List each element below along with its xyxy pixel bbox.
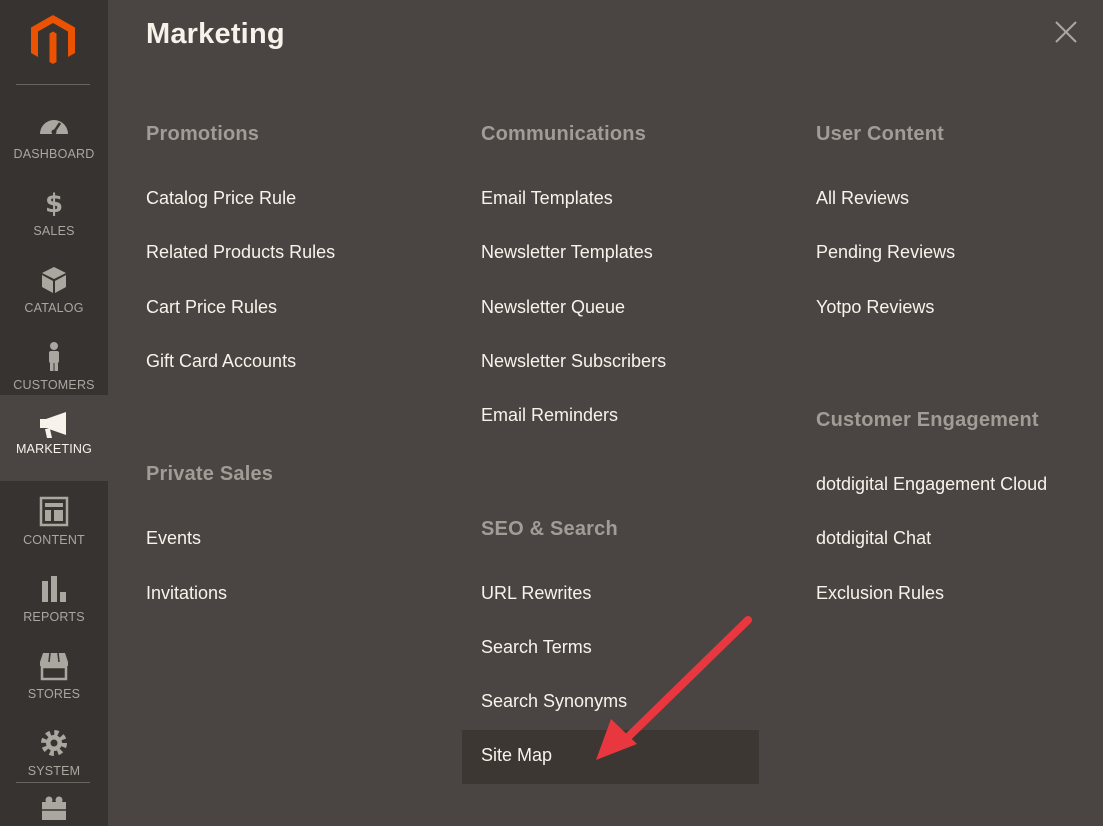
sidebar-item-label: SYSTEM bbox=[27, 764, 81, 778]
storefront-icon bbox=[40, 652, 68, 681]
menu-link-related-products-rules[interactable]: Related Products Rules bbox=[146, 242, 335, 263]
sidebar-item-label: CONTENT bbox=[23, 533, 85, 547]
menu-link-gift-card-accounts[interactable]: Gift Card Accounts bbox=[146, 351, 296, 372]
sidebar-item-label: CUSTOMERS bbox=[13, 378, 95, 392]
group-title-promotions: Promotions bbox=[146, 123, 260, 145]
menu-link-search-terms[interactable]: Search Terms bbox=[481, 637, 592, 658]
menu-link-dotdigital-chat[interactable]: dotdigital Chat bbox=[816, 528, 931, 549]
sidebar-item-content[interactable]: CONTENT bbox=[0, 486, 108, 562]
menu-link-url-rewrites[interactable]: URL Rewrites bbox=[481, 583, 591, 604]
group-title-user-content: User Content bbox=[816, 123, 944, 145]
sidebar-divider bbox=[16, 84, 90, 85]
dollar-icon: $ bbox=[45, 189, 63, 219]
layout-icon bbox=[39, 496, 69, 527]
menu-link-site-map[interactable]: Site Map bbox=[481, 745, 552, 766]
menu-link-newsletter-subscribers[interactable]: Newsletter Subscribers bbox=[481, 351, 666, 372]
menu-link-search-synonyms[interactable]: Search Synonyms bbox=[481, 691, 627, 712]
menu-link-dotdigital-engagement-cloud[interactable]: dotdigital Engagement Cloud bbox=[816, 474, 1047, 495]
box-icon bbox=[42, 267, 66, 293]
sidebar-item-catalog[interactable]: CATALOG bbox=[0, 254, 108, 330]
menu-link-email-templates[interactable]: Email Templates bbox=[481, 188, 613, 209]
menu-link-exclusion-rules[interactable]: Exclusion Rules bbox=[816, 583, 944, 604]
sidebar-item-label: REPORTS bbox=[23, 610, 85, 624]
group-title-private-sales: Private Sales bbox=[146, 463, 274, 485]
sidebar-divider bbox=[16, 782, 90, 783]
group-title-customer-engagement: Customer Engagement bbox=[816, 409, 1039, 431]
menu-link-yotpo-reviews[interactable]: Yotpo Reviews bbox=[816, 297, 934, 318]
megaphone-icon bbox=[40, 412, 66, 438]
sidebar-item-stores[interactable]: STORES bbox=[0, 640, 108, 716]
menu-link-all-reviews[interactable]: All Reviews bbox=[816, 188, 909, 209]
group-title-seo-search: SEO & Search bbox=[481, 518, 618, 540]
svg-text:$: $ bbox=[45, 189, 63, 219]
sidebar-item-label: DASHBOARD bbox=[13, 147, 95, 161]
menu-link-newsletter-queue[interactable]: Newsletter Queue bbox=[481, 297, 625, 318]
menu-link-catalog-price-rule[interactable]: Catalog Price Rule bbox=[146, 188, 296, 209]
menu-link-email-reminders[interactable]: Email Reminders bbox=[481, 405, 618, 426]
sidebar-item-sales[interactable]: $ SALES bbox=[0, 177, 108, 253]
admin-sidebar: DASHBOARD $ SALES CATALOG CUSTOMERS MARK bbox=[0, 0, 108, 826]
sidebar-item-label: CATALOG bbox=[24, 301, 84, 315]
extensions-icon[interactable] bbox=[37, 794, 71, 826]
menu-link-cart-price-rules[interactable]: Cart Price Rules bbox=[146, 297, 277, 318]
sidebar-item-label: MARKETING bbox=[15, 442, 93, 456]
gear-icon bbox=[41, 730, 67, 756]
group-title-communications: Communications bbox=[481, 123, 647, 145]
magento-logo-icon[interactable] bbox=[29, 14, 77, 66]
menu-link-newsletter-templates[interactable]: Newsletter Templates bbox=[481, 242, 653, 263]
person-icon bbox=[49, 342, 59, 371]
bar-chart-icon bbox=[42, 576, 66, 602]
sidebar-item-label: STORES bbox=[27, 687, 81, 701]
menu-link-invitations[interactable]: Invitations bbox=[146, 583, 227, 604]
page-title: Marketing bbox=[146, 18, 285, 50]
sidebar-item-dashboard[interactable]: DASHBOARD bbox=[0, 100, 108, 176]
close-icon[interactable] bbox=[1052, 18, 1080, 46]
dashboard-icon bbox=[40, 120, 68, 135]
sidebar-item-reports[interactable]: REPORTS bbox=[0, 563, 108, 639]
sidebar-item-marketing[interactable]: MARKETING bbox=[0, 395, 108, 481]
menu-link-pending-reviews[interactable]: Pending Reviews bbox=[816, 242, 955, 263]
menu-link-events[interactable]: Events bbox=[146, 528, 201, 549]
sidebar-item-label: SALES bbox=[33, 224, 75, 238]
